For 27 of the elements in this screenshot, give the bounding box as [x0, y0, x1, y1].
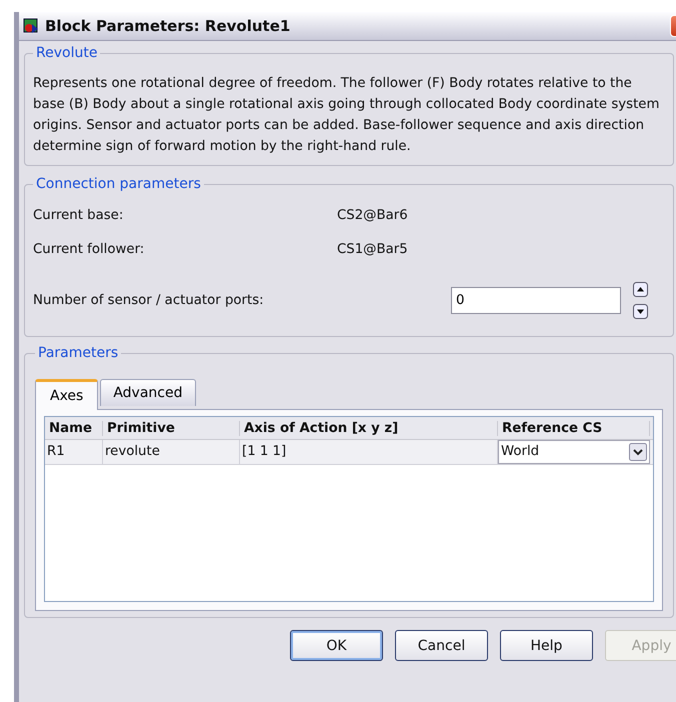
field-label: Current follower: [33, 242, 146, 256]
spin-down-icon[interactable] [633, 304, 648, 318]
spin-up-icon[interactable] [633, 282, 648, 296]
group-title: Connection parameters [35, 176, 202, 192]
dialog-button[interactable]: Help [500, 630, 593, 661]
group-title: Revolute [35, 45, 98, 61]
table-cell: R1 [45, 440, 103, 464]
dialog-button[interactable]: OK [290, 630, 383, 661]
field-label: Number of sensor / actuator ports: [33, 292, 265, 308]
column-header[interactable]: Primitive [103, 420, 240, 436]
table-cell: revolute [103, 440, 240, 464]
window-title: Block Parameters: Revolute1 [45, 17, 292, 35]
group-title: Parameters [37, 345, 120, 361]
block-description: Represents one rotational degree of freedom. The follower (F) Body rotates relative to the base (B) Body about a single rotational axis going through collocated Body coordinate system origins. Sensor and actuator ports can be added. Base-follower sequence and axis direction determine sign of forward motion by the right-hand rule. [33, 75, 660, 156]
field-value: CS2@Bar6 [337, 208, 408, 222]
ports-input[interactable]: 0 [451, 286, 621, 314]
field-label: Current base: [33, 208, 124, 222]
tab[interactable]: Advanced [100, 379, 196, 406]
column-header[interactable]: Reference CS [498, 420, 650, 436]
field-value: CS1@Bar5 [337, 242, 408, 256]
dropdown-caret-icon[interactable] [629, 443, 647, 461]
column-header[interactable]: Axis of Action [x y z] [240, 420, 498, 436]
tab[interactable]: Axes [35, 379, 98, 410]
block-icon [23, 18, 39, 34]
dialog-button[interactable]: Cancel [395, 630, 488, 661]
column-header[interactable]: Name [45, 420, 103, 436]
reference-dropdown[interactable]: World [498, 440, 650, 464]
